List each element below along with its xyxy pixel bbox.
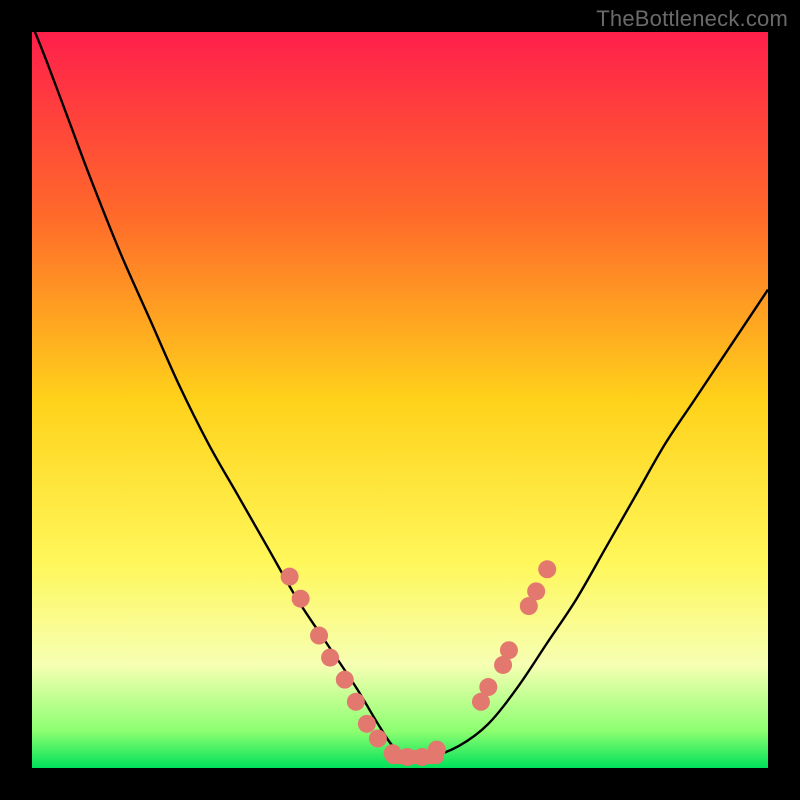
highlight-point [538,560,556,578]
highlight-point [479,678,497,696]
watermark-text: TheBottleneck.com [596,6,788,32]
highlight-point [500,641,518,659]
highlight-point [358,715,376,733]
highlight-point [347,693,365,711]
highlight-point [428,741,446,759]
chart-background [32,32,768,768]
chart-frame [32,32,768,768]
highlight-point [310,627,328,645]
highlight-point [527,582,545,600]
highlight-point [292,590,310,608]
highlight-point [281,568,299,586]
highlight-point [321,649,339,667]
chart-svg [32,32,768,768]
highlight-point [336,671,354,689]
highlight-point [369,730,387,748]
